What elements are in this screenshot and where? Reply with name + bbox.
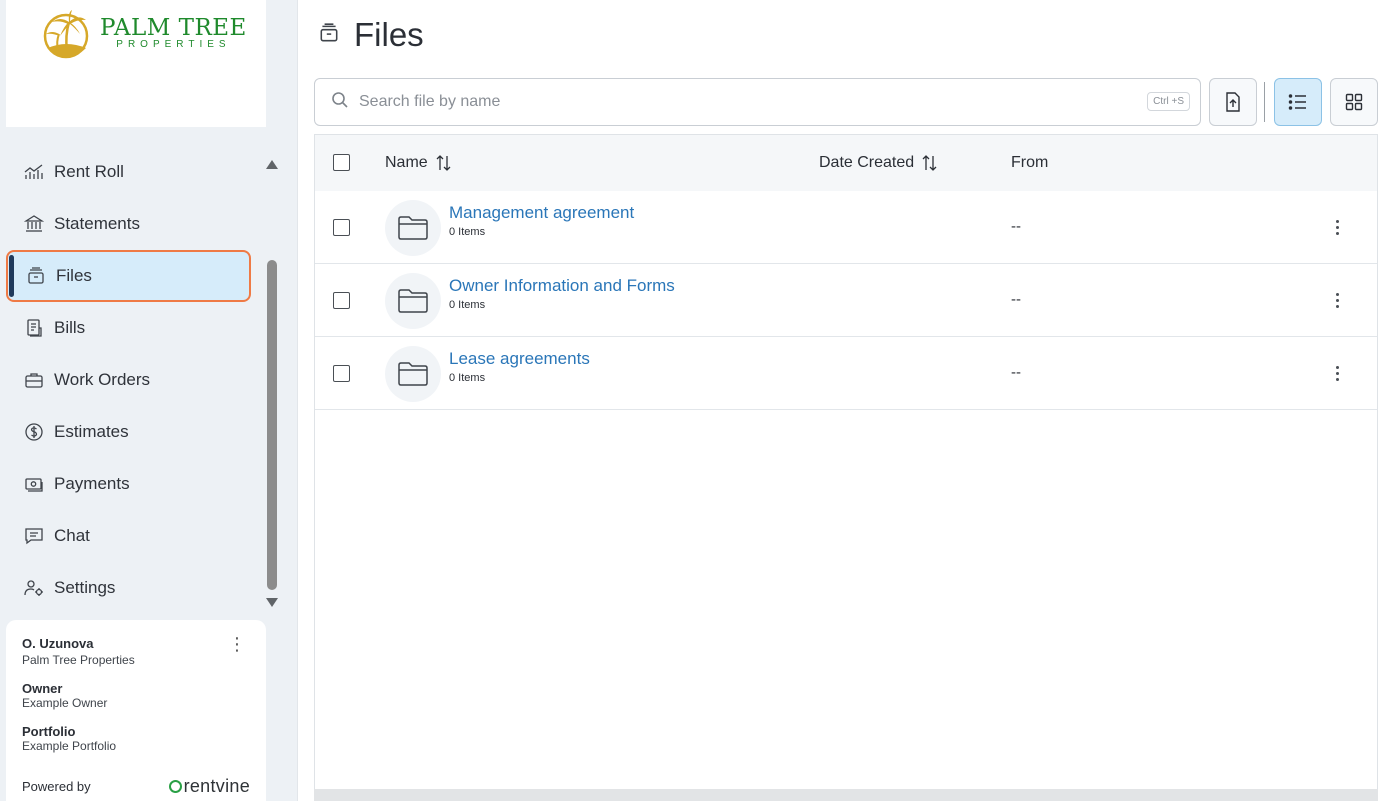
sidebar-item-statements[interactable]: Statements [6,198,251,250]
user-menu-icon[interactable]: ⋮ [228,635,246,653]
search-input[interactable] [359,93,1119,111]
table-row[interactable]: Owner Information and Forms 0 Items -- [315,264,1377,337]
column-header-name[interactable]: Name [385,154,452,172]
file-upload-icon [1226,92,1240,112]
logo-container: PALM TREE PROPERTIES [6,0,266,127]
sidebar-item-work-orders[interactable]: Work Orders [6,354,251,406]
sort-icon[interactable] [922,154,938,172]
row-checkbox[interactable] [333,365,350,382]
briefcase-icon [24,370,44,390]
table-header: Name Date Created From [315,135,1377,191]
sidebar-item-label: Rent Roll [54,162,124,181]
sidebar-item-payments[interactable]: Payments [6,458,251,510]
user-company: Palm Tree Properties [22,653,135,667]
folder-name-link[interactable]: Management agreement [449,203,634,223]
sidebar-item-rent-roll[interactable]: Rent Roll [6,146,251,198]
page-header: Files [318,16,424,54]
sidebar-item-label: Files [56,266,92,285]
archive-icon [318,22,340,49]
sidebar-item-settings[interactable]: Settings [6,562,251,614]
column-label: Name [385,154,428,171]
user-card: O. Uzunova Palm Tree Properties ⋮ Owner … [6,620,266,801]
sidebar-item-label: Estimates [54,422,129,441]
row-from: -- [1011,291,1021,308]
portfolio-label: Portfolio [22,724,76,739]
table-row[interactable]: Lease agreements 0 Items -- [315,337,1377,410]
horizontal-scrollbar[interactable] [314,789,1378,801]
sidebar-item-bills[interactable]: Bills [6,302,251,354]
row-from: -- [1011,364,1021,381]
list-view-icon [1288,94,1306,110]
powered-by-label: Powered by [22,779,91,794]
archive-icon [26,266,46,286]
page-title: Files [354,16,424,53]
sidebar-item-label: Payments [54,474,130,493]
user-name: O. Uzunova [22,636,94,651]
row-from: -- [1011,218,1021,235]
receipt-icon [24,318,44,338]
chat-icon [24,526,44,546]
search-icon [331,91,349,114]
item-count: 0 Items [449,299,486,311]
palm-tree-icon [43,10,89,59]
sidebar-item-chat[interactable]: Chat [6,510,251,562]
scroll-down-arrow-icon[interactable] [266,598,278,607]
sidebar-item-files[interactable]: Files [6,250,251,302]
brand-name: PALM TREE [100,15,247,41]
rentvine-logo: rentvine [168,776,250,797]
select-all-checkbox[interactable] [333,154,350,171]
powered-by: Powered by rentvine [22,776,250,797]
brand-logo[interactable]: PALM TREE PROPERTIES [40,10,247,60]
sidebar: PALM TREE PROPERTIES Rent Roll Statement… [0,0,298,801]
toolbar-divider [1264,82,1265,122]
sidebar-item-label: Settings [54,578,116,597]
folder-icon [385,200,441,256]
sidebar-item-label: Bills [54,318,86,337]
role-label: Owner [22,681,63,696]
item-count: 0 Items [449,226,486,238]
item-count: 0 Items [449,372,486,384]
row-checkbox[interactable] [333,292,350,309]
dollar-circle-icon [24,422,44,442]
search-shortcut-hint: Ctrl +S [1147,92,1190,111]
rentvine-brand-text: rentvine [183,776,250,796]
scroll-up-arrow-icon[interactable] [266,160,278,169]
folder-name-link[interactable]: Lease agreements [449,349,590,369]
sort-icon[interactable] [436,154,452,172]
sidebar-item-estimates[interactable]: Estimates [6,406,251,458]
row-menu-icon[interactable] [1327,215,1347,239]
table-row[interactable]: Management agreement 0 Items -- [315,191,1377,264]
sidebar-item-label: Work Orders [54,370,151,389]
row-checkbox[interactable] [333,219,350,236]
sidebar-scrollbar[interactable] [263,156,281,611]
cash-icon [24,474,44,494]
folder-icon [385,273,441,329]
main-content: Files Ctrl +S Name Date Created [298,0,1394,801]
upload-file-button[interactable] [1209,78,1257,126]
role-value: Example Owner [22,696,108,710]
bank-icon [24,214,44,234]
row-menu-icon[interactable] [1327,288,1347,312]
folder-icon [385,346,441,402]
sidebar-nav: Rent Roll Statements Files Bills Work Or… [6,146,251,614]
search-box[interactable]: Ctrl +S [314,78,1201,126]
row-menu-icon[interactable] [1327,361,1347,385]
column-header-from: From [1011,154,1048,172]
grid-view-icon [1345,93,1363,111]
files-table: Name Date Created From Management agreem… [314,134,1378,801]
user-gear-icon [24,578,44,598]
sidebar-item-label: Statements [54,214,140,233]
scrollbar-thumb[interactable] [267,260,277,590]
sidebar-item-label: Chat [54,526,90,545]
column-header-date-created[interactable]: Date Created [819,154,938,172]
list-view-button[interactable] [1274,78,1322,126]
grid-view-button[interactable] [1330,78,1378,126]
column-label: From [1011,154,1049,171]
portfolio-value: Example Portfolio [22,739,117,753]
folder-name-link[interactable]: Owner Information and Forms [449,276,675,296]
brand-subtitle: PROPERTIES [116,39,231,50]
column-label: Date Created [819,154,915,171]
chart-icon [24,162,44,182]
rentvine-leaf-icon [168,780,182,793]
